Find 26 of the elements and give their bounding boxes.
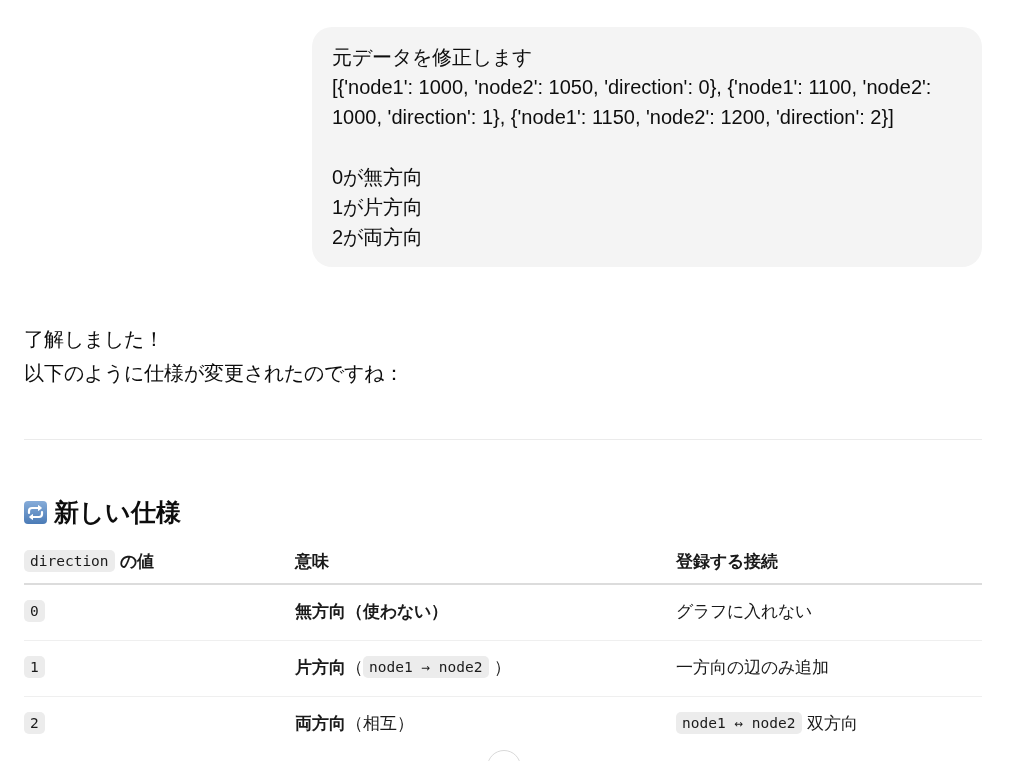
repeat-icon — [24, 500, 47, 524]
inline-code: 2 — [24, 712, 45, 735]
message-text: 元データを修正します — [332, 45, 533, 70]
message-text: [{'node1': 1000, 'node2': 1050, 'direction': 0}, {'node1': 1100, 'node2': 1000, 'direction': 1}, {'node1': 1150, 'node2': 1200, 'direction': 2}] — [332, 75, 933, 130]
cell-text: 無方向（使わない） — [295, 602, 448, 622]
cell-text: ） — [493, 658, 511, 677]
cell-text: 一方向の辺のみ追加 — [676, 658, 829, 677]
inline-code: 0 — [24, 600, 45, 623]
cell-text: 双方向 — [806, 714, 858, 734]
inline-code: node1 ↔ node2 — [676, 712, 802, 735]
cell-text: 片方向（ — [295, 658, 363, 677]
message-text: 0が無方向 — [332, 165, 425, 190]
cell-text: 両方向（相互） — [295, 714, 414, 734]
inline-code: 1 — [24, 656, 45, 678]
message-text: 2が両方向 — [332, 225, 425, 250]
inline-code: node1 → node2 — [363, 656, 489, 678]
inline-code: direction — [24, 549, 115, 572]
column-header: の値 — [119, 551, 154, 571]
message-text: 以下のように仕様が変更されたのですね： — [24, 361, 405, 386]
column-header: 意味 — [295, 551, 329, 571]
section-heading: 新しい仕様 — [54, 497, 181, 528]
cell-text: グラフに入れない — [676, 602, 812, 622]
message-text: 1が片方向 — [332, 195, 425, 220]
scroll-down-button[interactable] — [487, 750, 521, 761]
message-text: 了解しました！ — [24, 327, 165, 352]
column-header: 登録する接続 — [676, 551, 778, 571]
